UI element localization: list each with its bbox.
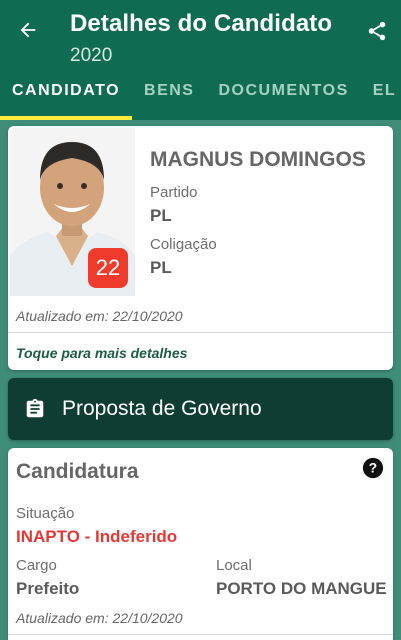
- candidate-number-badge: 22: [88, 248, 128, 288]
- tab-bar: CANDIDATO BENS DOCUMENTOS EL: [0, 78, 401, 120]
- party-value: PL: [150, 206, 172, 225]
- party-label: Partido: [150, 184, 198, 201]
- help-icon[interactable]: ?: [362, 457, 384, 479]
- candidacy-card: Candidatura ? Situação INAPTO - Indeferi…: [8, 448, 393, 640]
- candidate-card[interactable]: 22 MAGNUS DOMINGOS Partido PL Coligação …: [8, 126, 393, 370]
- coalition-label: Coligação: [150, 236, 217, 253]
- arrow-back-icon: [20, 22, 36, 38]
- government-proposal-label: Proposta de Governo: [62, 397, 262, 420]
- candidacy-title: Candidatura: [16, 460, 139, 483]
- office-value: Prefeito: [16, 579, 80, 598]
- back-button[interactable]: [12, 14, 44, 46]
- page-title: Detalhes do Candidato: [70, 10, 333, 37]
- tab-documentos[interactable]: DOCUMENTOS: [206, 78, 360, 120]
- share-icon: [368, 21, 386, 41]
- coalition-value: PL: [150, 258, 172, 277]
- tab-candidato[interactable]: CANDIDATO: [0, 78, 133, 120]
- tab-bens[interactable]: BENS: [132, 78, 206, 120]
- candidacy-updated-date: Atualizado em: 22/10/2020: [16, 610, 183, 626]
- divider: [8, 332, 393, 333]
- clipboard-icon: [26, 398, 44, 418]
- candidate-photo: 22: [10, 128, 135, 296]
- app-bar: Detalhes do Candidato 2020 CANDIDATO BEN…: [0, 0, 401, 120]
- candidate-name: MAGNUS DOMINGOS: [150, 148, 366, 171]
- status-label: Situação: [16, 505, 75, 522]
- location-label: Local: [216, 557, 252, 574]
- status-value: INAPTO - Indeferido: [16, 527, 178, 546]
- government-proposal-button[interactable]: Proposta de Governo: [8, 378, 393, 440]
- location-value: PORTO DO MANGUE: [216, 579, 387, 598]
- election-year: 2020: [70, 45, 113, 66]
- office-label: Cargo: [16, 557, 57, 574]
- tab-el[interactable]: EL: [361, 78, 401, 120]
- share-button[interactable]: [360, 14, 394, 48]
- divider: [8, 634, 393, 635]
- candidate-updated-date: Atualizado em: 22/10/2020: [16, 308, 183, 324]
- more-details-link[interactable]: Toque para mais detalhes: [16, 345, 187, 361]
- svg-text:?: ?: [369, 461, 377, 476]
